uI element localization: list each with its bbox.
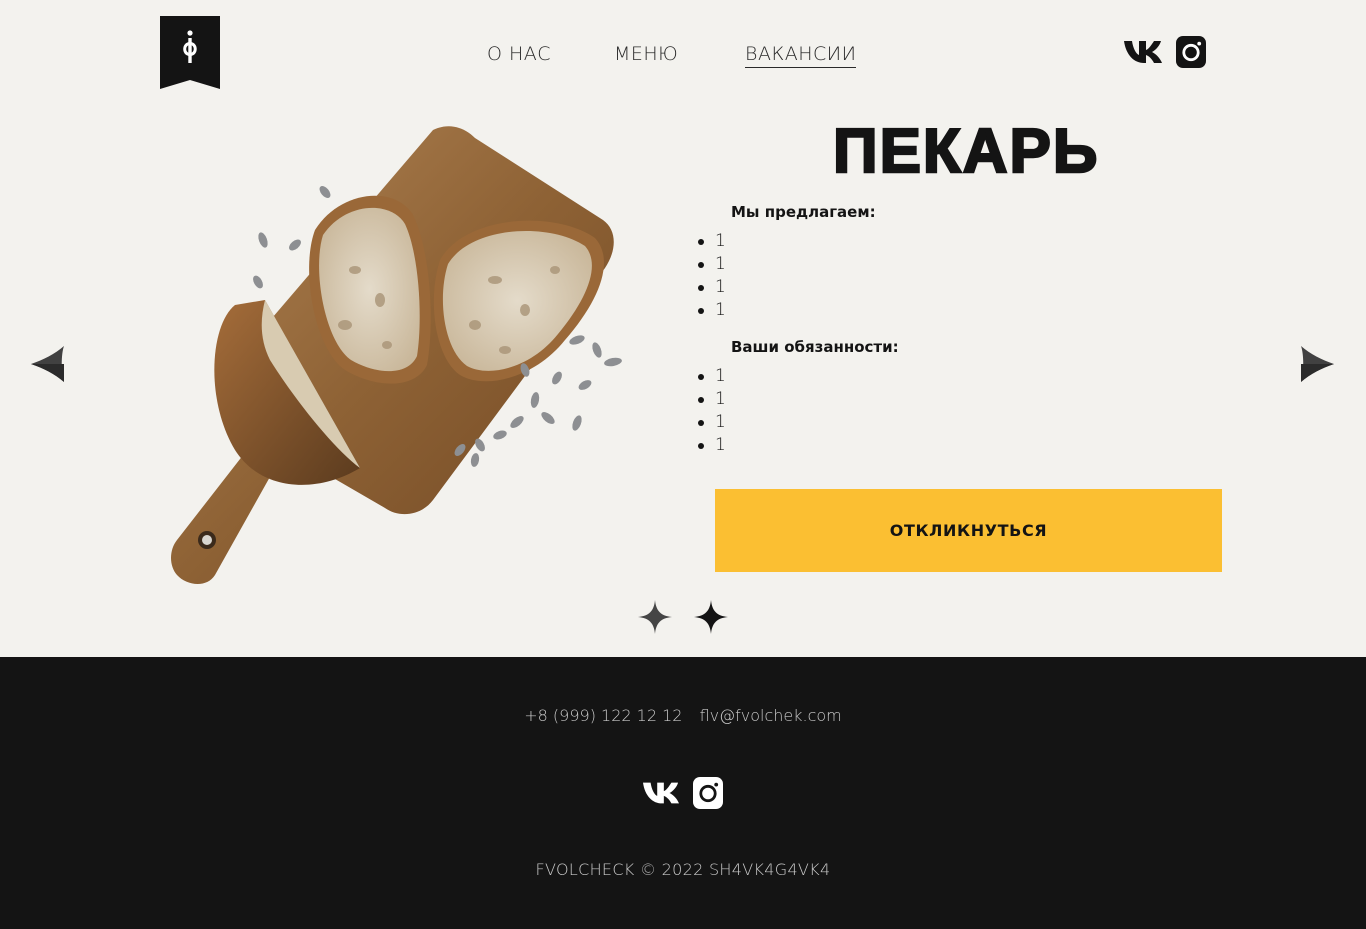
slide-dot-star-icon[interactable] (638, 600, 672, 634)
list-item: 1 (698, 434, 726, 457)
bread-image (165, 120, 655, 590)
list-item: 1 (698, 276, 726, 299)
list-item: 1 (698, 299, 726, 322)
list-item: 1 (698, 411, 726, 434)
next-slide-arrow-icon[interactable] (1300, 344, 1334, 384)
list-item: 1 (698, 253, 726, 276)
vk-icon[interactable] (1124, 40, 1162, 64)
copyright: FVOLCHECK © 2022 SH4VK4G4VK4 (535, 860, 831, 879)
apply-button[interactable]: ОТКЛИКНУТЬСЯ (715, 489, 1222, 572)
list-item: 1 (698, 388, 726, 411)
site-footer: +8 (999) 122 12 12 flv@fvolchek.com FVOL… (0, 657, 1366, 929)
instagram-icon[interactable] (693, 777, 723, 809)
slider-pagination (638, 600, 730, 636)
list-item: 1 (698, 365, 726, 388)
footer-phone[interactable]: +8 (999) 122 12 12 (524, 706, 682, 725)
offer-heading: Мы предлагаем: (731, 203, 876, 221)
list-item: 1 (698, 230, 726, 253)
footer-email[interactable]: flv@fvolchek.com (700, 706, 842, 725)
vacancy-title: ПЕКАРЬ (832, 117, 1100, 186)
nav-about[interactable]: О НАС (487, 43, 551, 67)
slide-dot-star-icon-active[interactable] (694, 600, 728, 634)
instagram-icon[interactable] (1176, 36, 1206, 68)
duties-list: 1 1 1 1 (698, 365, 726, 457)
prev-slide-arrow-icon[interactable] (31, 344, 65, 384)
footer-contacts: +8 (999) 122 12 12 flv@fvolchek.com (0, 706, 1366, 725)
vk-icon[interactable] (643, 781, 679, 805)
site-header: О НАС МЕНЮ ВАКАНСИИ (0, 0, 1366, 100)
duties-heading: Ваши обязанности: (731, 338, 899, 356)
footer-social-links (643, 776, 725, 810)
offer-list: 1 1 1 1 (698, 230, 726, 322)
nav-vacancies[interactable]: ВАКАНСИИ (745, 43, 857, 68)
nav-menu[interactable]: МЕНЮ (614, 43, 678, 67)
